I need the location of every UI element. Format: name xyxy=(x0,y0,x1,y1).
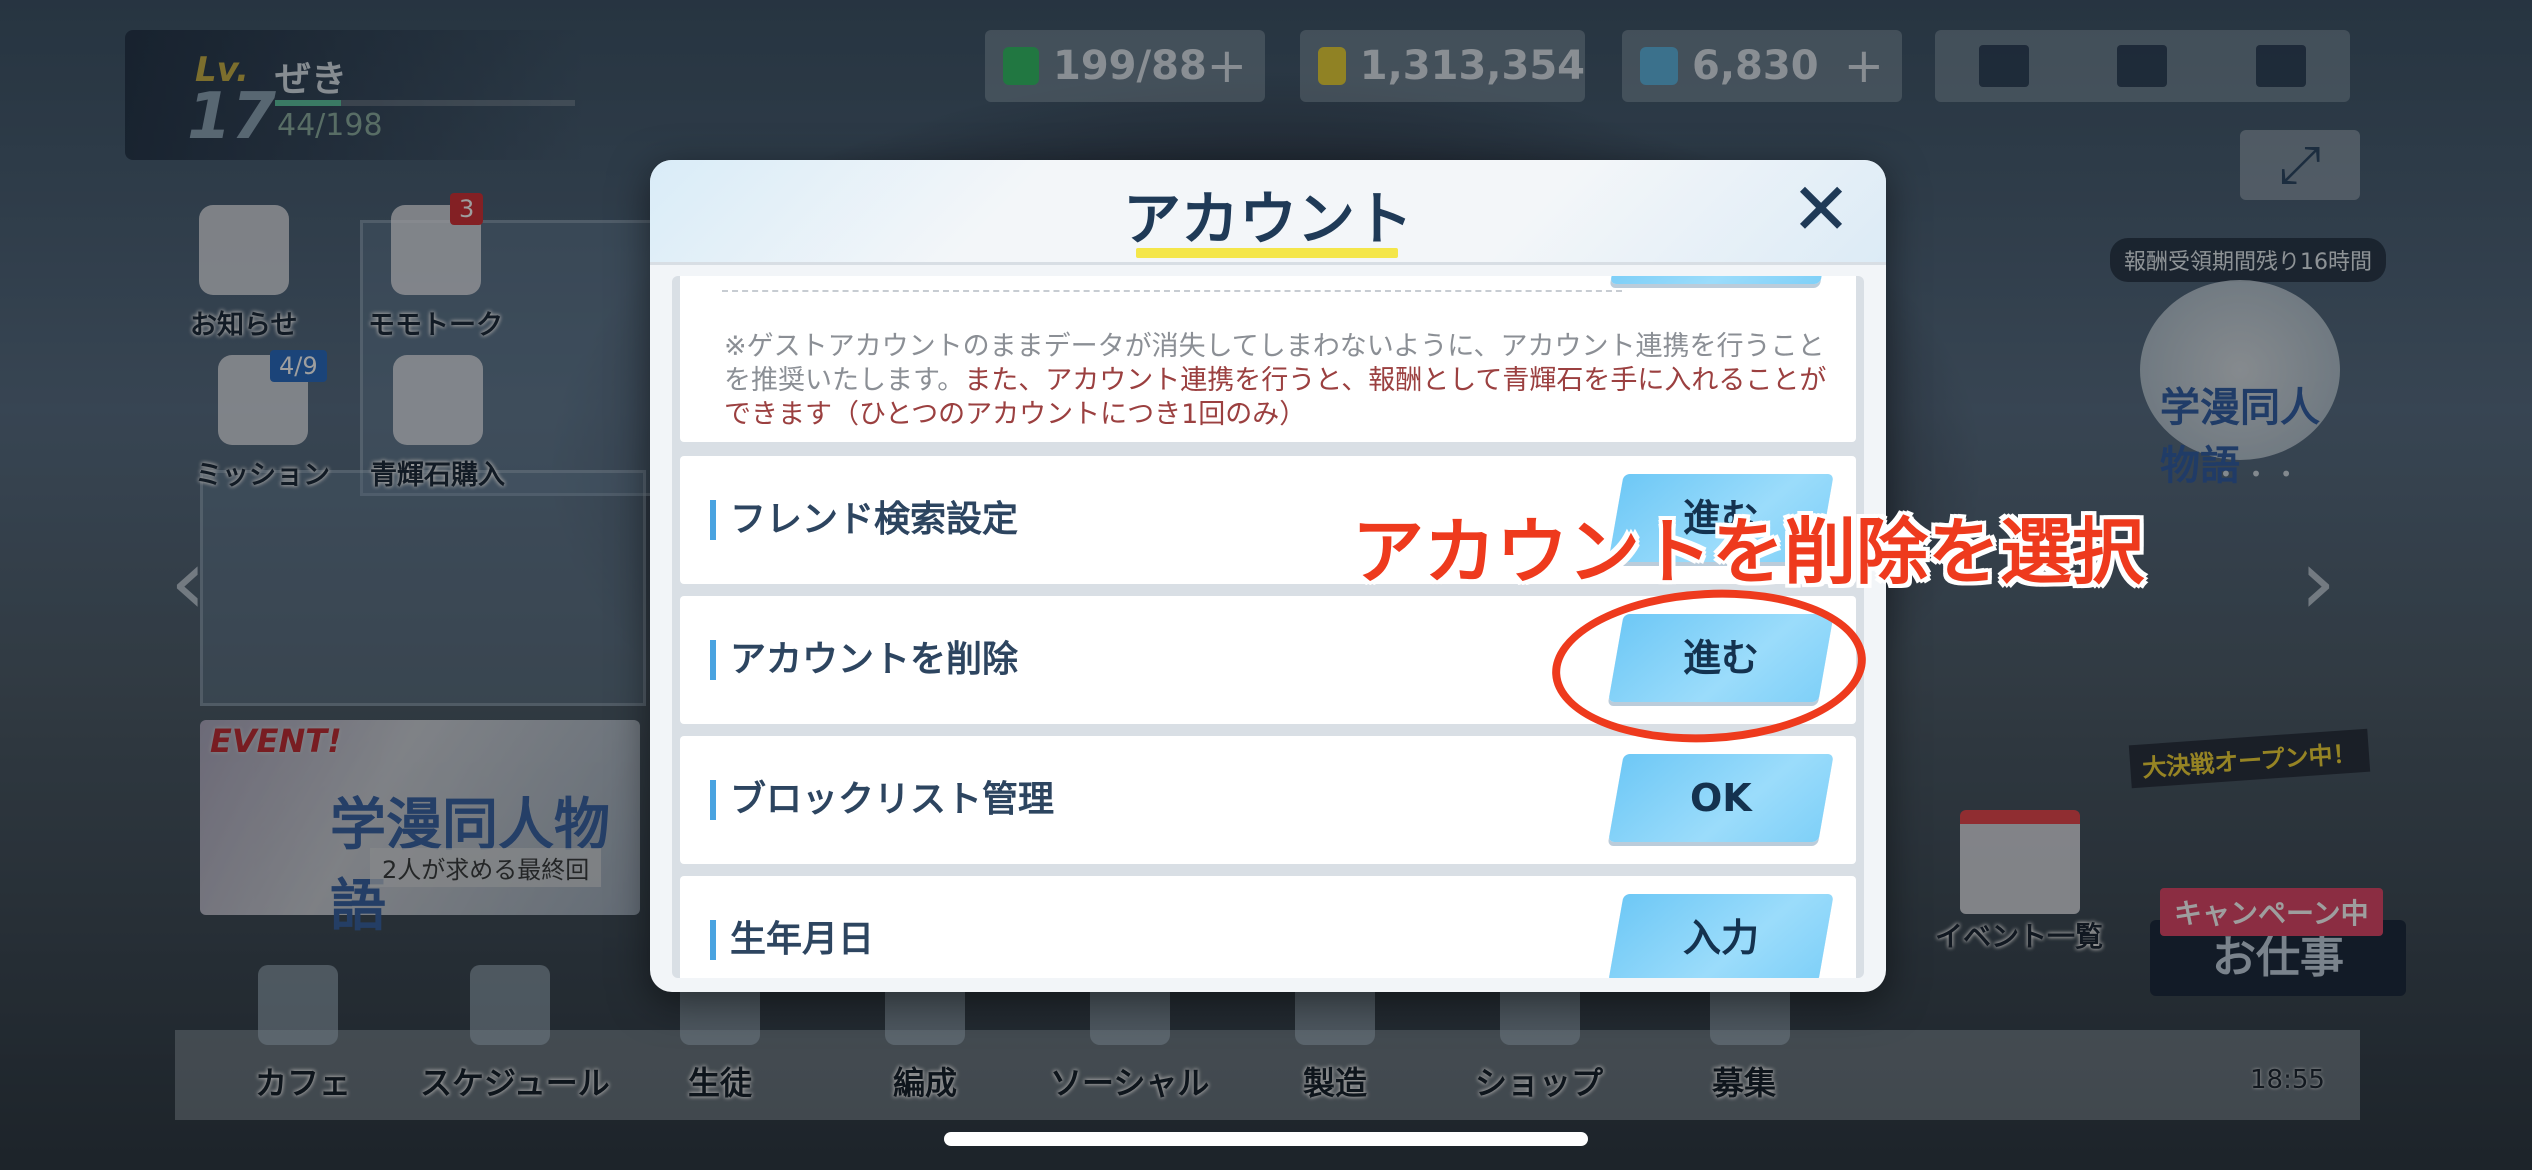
row-label: ブロックリスト管理 xyxy=(710,780,1054,820)
dialog-header: アカウント ✕ xyxy=(650,160,1886,265)
settings-row: 生年月日 入力 xyxy=(680,876,1856,978)
row-label: 生年月日 xyxy=(710,920,874,960)
row-label: アカウントを削除 xyxy=(710,640,1018,680)
guest-account-note: ※ゲストアカウントのままデータが消失してしまわないように、アカウント連携を行うこ… xyxy=(724,330,1834,432)
settings-row: ブロックリスト管理 OK xyxy=(680,736,1856,864)
row-label: フレンド検索設定 xyxy=(710,500,1018,540)
link-account-button[interactable] xyxy=(1610,276,1832,284)
dialog-title: アカウント xyxy=(1122,185,1413,253)
close-icon[interactable]: ✕ xyxy=(1786,173,1856,245)
home-indicator[interactable] xyxy=(944,1132,1588,1146)
divider xyxy=(722,290,1622,292)
annotation-callout: アカウントを削除を選択 xyxy=(1352,510,2145,594)
birthday-input-button[interactable]: 入力 xyxy=(1608,894,1834,978)
block-list-ok-button[interactable]: OK xyxy=(1608,754,1834,842)
title-underline xyxy=(1136,248,1398,258)
guest-account-card: ※ゲストアカウントのままデータが消失してしまわないように、アカウント連携を行うこ… xyxy=(680,276,1856,442)
